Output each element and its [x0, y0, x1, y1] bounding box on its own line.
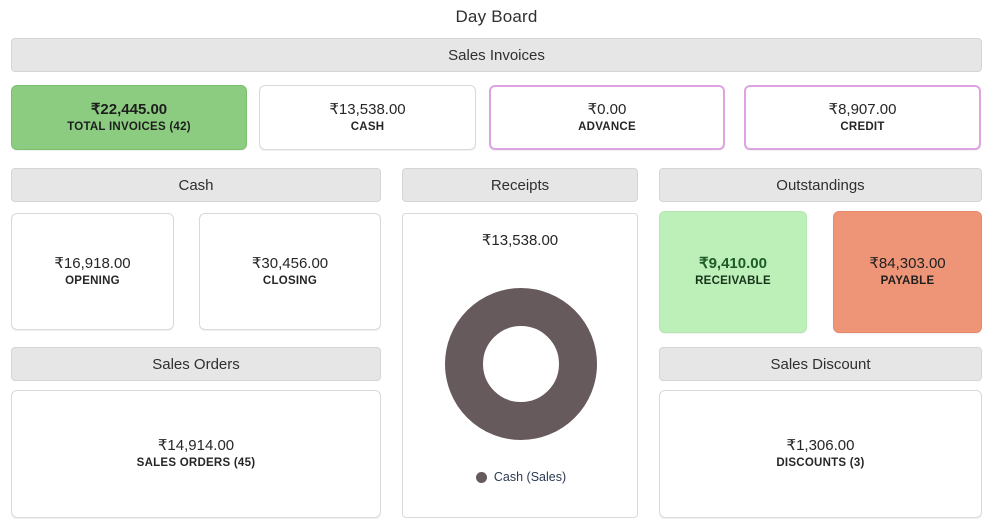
section-header-receipts-label: Receipts: [490, 176, 550, 194]
card-invoice-advance[interactable]: ₹0.00 ADVANCE: [489, 85, 725, 150]
card-receivable-label: RECEIVABLE: [695, 275, 771, 288]
card-cash-opening[interactable]: ₹16,918.00 OPENING: [11, 213, 174, 330]
day-board-page: Day Board Sales Invoices ₹22,445.00 TOTA…: [0, 0, 993, 523]
card-total-invoices-label: TOTAL INVOICES (42): [67, 120, 191, 133]
section-header-outstandings-label: Outstandings: [776, 176, 865, 194]
card-invoice-cash-label: CASH: [350, 120, 385, 133]
card-total-invoices[interactable]: ₹22,445.00 TOTAL INVOICES (42): [11, 85, 247, 150]
section-header-sales-invoices-label: Sales Invoices: [448, 46, 545, 64]
section-header-sales-discount[interactable]: Sales Discount: [659, 347, 982, 381]
card-sales-orders[interactable]: ₹14,914.00 SALES ORDERS (45): [11, 390, 381, 518]
section-header-sales-discount-label: Sales Discount: [770, 355, 871, 373]
card-invoice-cash[interactable]: ₹13,538.00 CASH: [259, 85, 476, 150]
card-sales-orders-amount: ₹14,914.00: [157, 437, 235, 455]
card-cash-opening-amount: ₹16,918.00: [54, 254, 131, 272]
card-invoice-credit-amount: ₹8,907.00: [828, 100, 897, 118]
page-title: Day Board: [455, 7, 538, 26]
section-header-sales-invoices[interactable]: Sales Invoices: [11, 38, 982, 72]
section-header-cash[interactable]: Cash: [11, 168, 381, 202]
donut-legend[interactable]: Cash (Sales): [403, 470, 639, 484]
card-receivable-amount: ₹9,410.00: [699, 255, 767, 273]
card-cash-closing-amount: ₹30,456.00: [251, 254, 329, 272]
section-header-sales-orders-label: Sales Orders: [152, 355, 240, 373]
card-invoice-credit[interactable]: ₹8,907.00 CREDIT: [744, 85, 981, 150]
card-total-invoices-amount: ₹22,445.00: [90, 100, 168, 118]
section-header-receipts[interactable]: Receipts: [402, 168, 638, 202]
card-invoice-advance-label: ADVANCE: [578, 120, 636, 133]
card-sales-discount[interactable]: ₹1,306.00 DISCOUNTS (3): [659, 390, 982, 518]
card-cash-opening-label: OPENING: [65, 274, 120, 287]
legend-label-cash-sales: Cash (Sales): [493, 470, 567, 484]
donut-segment-cash-sales[interactable]: [445, 288, 597, 440]
card-payable[interactable]: ₹84,303.00 PAYABLE: [833, 211, 982, 333]
card-invoice-cash-amount: ₹13,538.00: [329, 100, 406, 118]
receipts-donut-chart[interactable]: [403, 274, 639, 454]
receipts-total-amount: ₹13,538.00: [481, 232, 559, 249]
section-header-outstandings[interactable]: Outstandings: [659, 168, 982, 202]
card-cash-closing-label: CLOSING: [262, 274, 318, 287]
card-invoice-credit-label: CREDIT: [840, 120, 885, 133]
legend-swatch-cash-sales: [475, 471, 487, 483]
card-sales-discount-amount: ₹1,306.00: [786, 437, 855, 455]
card-receivable[interactable]: ₹9,410.00 RECEIVABLE: [659, 211, 807, 333]
card-sales-discount-label: DISCOUNTS (3): [776, 457, 865, 470]
card-sales-orders-label: SALES ORDERS (45): [136, 457, 256, 470]
section-header-sales-orders[interactable]: Sales Orders: [11, 347, 381, 381]
card-payable-amount: ₹84,303.00: [869, 255, 946, 273]
card-payable-label: PAYABLE: [880, 275, 935, 288]
receipts-panel: ₹13,538.00 Cash (Sales): [402, 213, 638, 518]
card-cash-closing[interactable]: ₹30,456.00 CLOSING: [199, 213, 381, 330]
card-invoice-advance-amount: ₹0.00: [587, 100, 627, 118]
section-header-cash-label: Cash: [178, 176, 214, 194]
donut-chart-svg: [445, 288, 597, 440]
